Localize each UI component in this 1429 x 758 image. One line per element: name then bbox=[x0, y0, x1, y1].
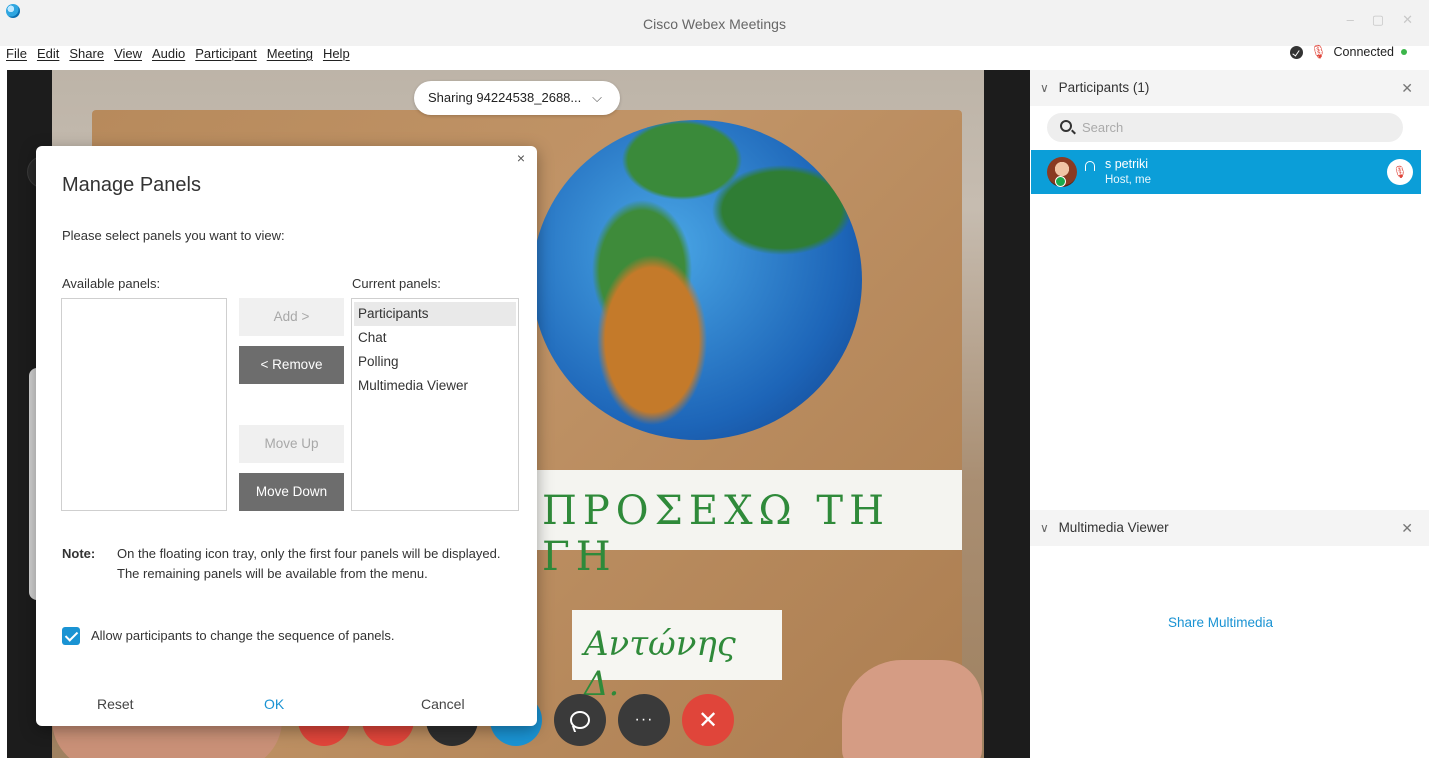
chevron-down-icon: ⌵ bbox=[592, 90, 602, 105]
multimedia-panel-title: Multimedia Viewer bbox=[1058, 520, 1169, 535]
menu-share[interactable]: Share bbox=[69, 46, 104, 66]
move-down-button[interactable]: Move Down bbox=[239, 473, 344, 511]
ok-button[interactable]: OK bbox=[264, 696, 284, 712]
connection-status: 🎙︎ Connected bbox=[1290, 44, 1407, 60]
note: Note: On the floating icon tray, only th… bbox=[62, 544, 502, 584]
dialog-subtitle: Please select panels you want to view: bbox=[62, 228, 285, 243]
chat-icon bbox=[570, 711, 590, 729]
chevron-down-icon[interactable]: ∨ bbox=[1040, 521, 1049, 535]
available-panels-label: Available panels: bbox=[62, 276, 161, 291]
hand-image bbox=[842, 660, 982, 758]
presence-badge-icon bbox=[1055, 176, 1066, 187]
close-icon[interactable]: × bbox=[517, 150, 525, 166]
chat-button[interactable] bbox=[554, 694, 606, 746]
menu-file[interactable]: File bbox=[6, 46, 27, 66]
multimedia-panel-header[interactable]: ∨ Multimedia Viewer ✕ bbox=[1030, 510, 1429, 546]
manage-panels-dialog: × Manage Panels Please select panels you… bbox=[36, 146, 537, 726]
current-panels-label: Current panels: bbox=[352, 276, 441, 291]
chevron-down-icon[interactable]: ∨ bbox=[1040, 81, 1049, 95]
participant-row[interactable]: s petriki Host, me 🎙︎ bbox=[1031, 150, 1421, 194]
participant-name: s petriki bbox=[1105, 157, 1149, 171]
note-text: On the floating icon tray, only the firs… bbox=[117, 546, 501, 581]
mic-muted-icon[interactable]: 🎙︎ bbox=[1310, 44, 1327, 60]
menu-meeting[interactable]: Meeting bbox=[267, 46, 313, 66]
participant-role: Host, me bbox=[1105, 174, 1152, 186]
participants-panel-header[interactable]: ∨ Participants (1) ✕ bbox=[1030, 70, 1429, 106]
participant-search-input[interactable] bbox=[1082, 115, 1392, 140]
dialog-title: Manage Panels bbox=[62, 174, 201, 196]
note-label: Note: bbox=[62, 546, 96, 561]
share-multimedia-link[interactable]: Share Multimedia bbox=[1168, 615, 1273, 630]
close-window-icon[interactable]: ✕ bbox=[1402, 12, 1413, 28]
participants-panel-title: Participants (1) bbox=[1058, 80, 1150, 95]
search-icon bbox=[1060, 120, 1072, 132]
list-item[interactable]: Participants bbox=[354, 302, 516, 326]
globe-drawing bbox=[532, 120, 862, 440]
list-item[interactable]: Chat bbox=[352, 326, 518, 350]
menu-view[interactable]: View bbox=[114, 46, 142, 66]
close-icon[interactable]: ✕ bbox=[1401, 510, 1413, 546]
move-up-button[interactable]: Move Up bbox=[239, 425, 344, 463]
maximize-icon[interactable]: ▢ bbox=[1372, 12, 1384, 28]
close-icon[interactable]: ✕ bbox=[1401, 70, 1413, 106]
menu-help[interactable]: Help bbox=[323, 46, 350, 66]
window-title: Cisco Webex Meetings bbox=[643, 16, 786, 32]
menu-edit[interactable]: Edit bbox=[37, 46, 59, 66]
mic-muted-icon[interactable]: 🎙︎ bbox=[1387, 159, 1413, 185]
more-options-button[interactable]: ··· bbox=[618, 694, 670, 746]
minimize-icon[interactable]: – bbox=[1347, 12, 1354, 28]
add-button[interactable]: Add > bbox=[239, 298, 344, 336]
network-status-icon[interactable] bbox=[1290, 45, 1304, 59]
allow-sequence-label[interactable]: Allow participants to change the sequenc… bbox=[91, 628, 395, 643]
poster-name-text: Αντώνης Δ. bbox=[572, 610, 782, 704]
sharing-label: Sharing 94224538_2688... bbox=[428, 90, 582, 105]
available-panels-list[interactable] bbox=[61, 298, 227, 511]
sharing-indicator[interactable]: Sharing 94224538_2688... ⌵ bbox=[414, 81, 620, 115]
connected-dot-icon bbox=[1401, 49, 1407, 55]
menu-audio[interactable]: Audio bbox=[152, 46, 185, 66]
headset-icon bbox=[1085, 161, 1095, 171]
window-controls: – ▢ ✕ bbox=[1347, 12, 1413, 28]
cancel-button[interactable]: Cancel bbox=[421, 696, 465, 712]
end-meeting-button[interactable]: ✕ bbox=[682, 694, 734, 746]
list-item[interactable]: Polling bbox=[352, 350, 518, 374]
allow-sequence-checkbox[interactable] bbox=[62, 627, 80, 645]
list-item[interactable]: Multimedia Viewer bbox=[352, 374, 518, 398]
poster-banner-text: ΠΡΟΣΕΧΩ ΤΗ ΓΗ bbox=[522, 470, 962, 580]
reset-button[interactable]: Reset bbox=[97, 696, 134, 712]
title-bar: Cisco Webex Meetings – ▢ ✕ bbox=[0, 0, 1429, 46]
menu-participant[interactable]: Participant bbox=[195, 46, 256, 66]
current-panels-list[interactable]: Participants Chat Polling Multimedia Vie… bbox=[351, 298, 519, 511]
connection-label: Connected bbox=[1333, 45, 1394, 59]
remove-button[interactable]: < Remove bbox=[239, 346, 344, 384]
menu-bar: File Edit Share View Audio Participant M… bbox=[6, 46, 350, 66]
